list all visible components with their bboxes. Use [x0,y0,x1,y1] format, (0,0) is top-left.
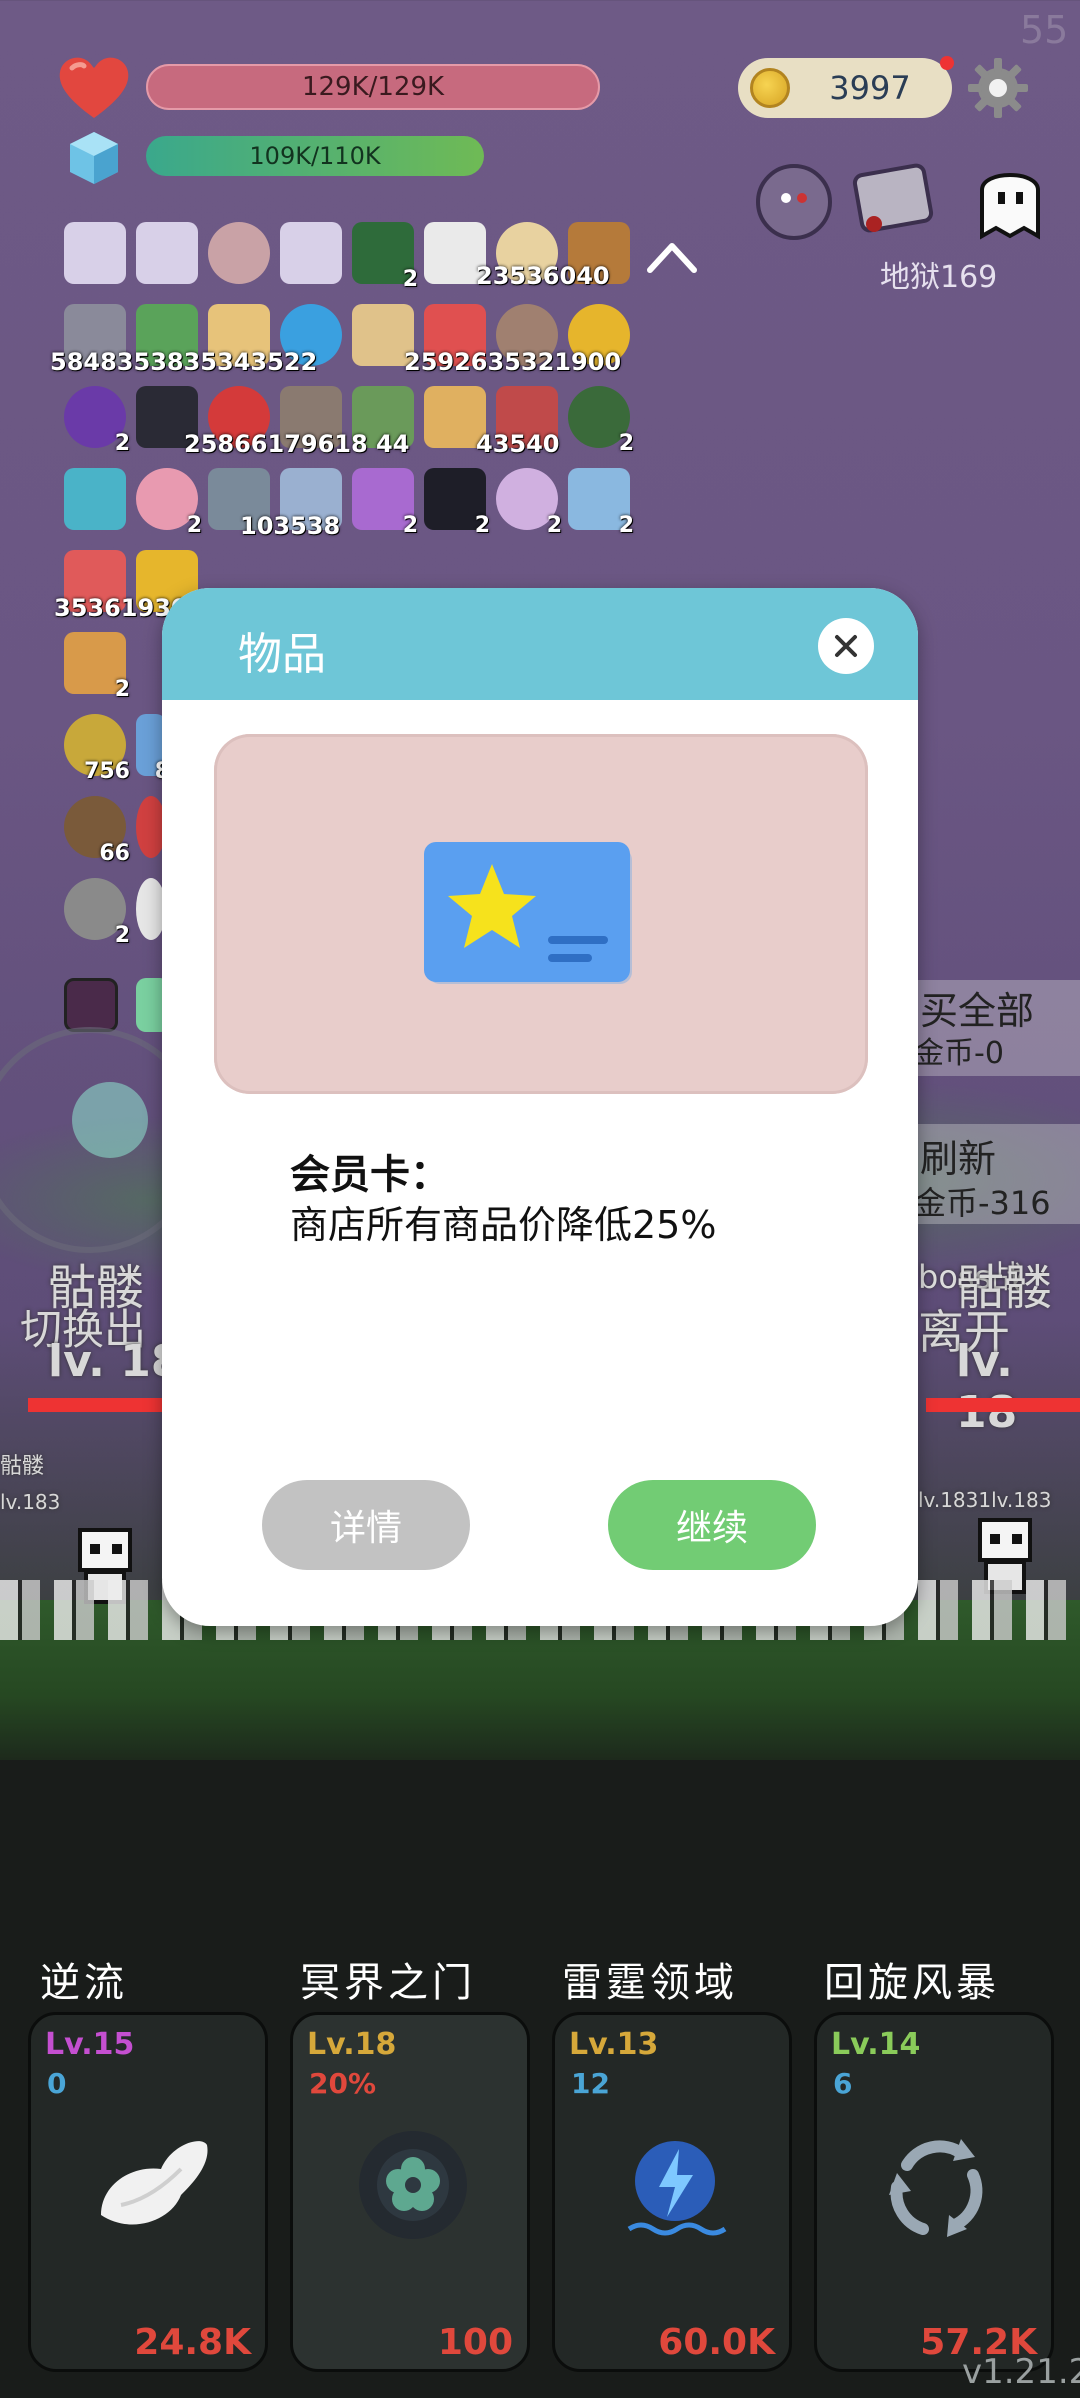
molecule-icon[interactable]: 2 [496,468,562,538]
version-label: v1.21.2 [962,2352,1080,2392]
item-count: 103538 [240,512,341,540]
ghost-icon [980,173,1040,240]
coconut-icon[interactable]: 66 [64,796,130,866]
scroll-item-icon[interactable] [64,222,126,284]
refresh-button[interactable]: 刷新 金币-316 [900,1124,1080,1224]
skill-sub-value: 12 [571,2067,610,2100]
coin-counter[interactable]: 3997 [738,58,952,118]
scroll-item-icon[interactable] [280,222,342,284]
dialog-title: 物品 [238,629,326,680]
skull-hat-icon[interactable]: 2 [424,468,490,538]
thunder-icon [627,2141,727,2236]
fps-counter: 55 [1020,8,1069,52]
gear-icon[interactable] [966,56,1030,120]
bloody-cleaver-icon [852,163,934,233]
blank-tile-icon[interactable]: 2 [568,468,634,538]
scroll-item-icon[interactable] [136,222,198,284]
close-icon [835,635,857,657]
item-count: 25866179618 44 [184,430,410,458]
skill-name: 雷霆领域 [562,1960,738,2006]
item-preview [214,734,868,1094]
spiked-mace-icon[interactable]: 2 [64,878,130,948]
item-count: 5848353835343522 [50,348,318,376]
item-count: 2592635321900 [404,348,622,376]
skill-level: Lv.13 [569,2027,659,2062]
coin-icon [750,68,790,108]
magic-wand-icon[interactable]: 2 [352,468,418,538]
skill-cost: 24.8K [134,2322,251,2363]
witch-hat-icon[interactable]: 2 [352,222,418,292]
right-enemy-level: lv. 18 [956,1336,1018,1438]
close-button[interactable] [818,618,874,674]
skill-card-underworld-gate[interactable]: Lv.18 20% 100 [290,2012,530,2372]
skill-sub-value: 6 [833,2067,853,2100]
skill-name: 逆流 [40,1960,128,2006]
details-button[interactable]: 详情 [262,1480,470,1570]
skill-level: Lv.15 [45,2027,135,2062]
left-small-level: lv.183 [0,1490,61,1514]
briefcase-icon[interactable]: 2 [64,632,130,702]
notification-dot [940,56,954,70]
skill-sub-value: 0 [47,2067,67,2100]
dialog-header: 物品 [162,588,918,700]
buy-all-button[interactable]: 买全部 金币-0 [900,980,1080,1076]
skill-sub-value: 20% [309,2067,377,2100]
ghost-girl-icon [756,164,832,240]
hp-bar: 129K/129K [146,64,600,110]
magic-orb-icon[interactable]: 2 [64,386,130,456]
skill-level: Lv.18 [307,2027,397,2062]
crystal-ball-icon[interactable] [208,222,270,284]
wing-icon [101,2141,208,2225]
item-name: 会员卡： [290,1152,450,1198]
hell-level-label: 地狱169 [880,260,998,295]
skill-name: 回旋风暴 [824,1960,1000,2006]
item-count: 23536040 [476,262,610,290]
whirlwind-icon [889,2139,983,2237]
membership-card-icon [424,842,632,984]
left-small-name: 骷髅 [0,1454,45,1479]
skill-card-whirlwind[interactable]: Lv.14 6 57.2K [814,2012,1054,2372]
ice-cream-icon[interactable]: 2 [136,468,202,538]
skill-card-thunder-domain[interactable]: Lv.13 12 60.0K [552,2012,792,2372]
hell-icons [756,163,1040,240]
target-box-icon[interactable] [64,468,126,530]
coin-amount: 3997 [829,69,911,107]
mp-text: 109K/110K [249,142,381,170]
skill-cost: 60.0K [658,2322,775,2363]
pineapple-slice-icon[interactable]: 756 [64,714,130,784]
continue-button[interactable]: 继续 [608,1480,816,1570]
item-description: 商店所有商品价降低25% [290,1203,717,1247]
skill-cost: 100 [437,2322,513,2363]
left-enemy-hp-bar [28,1398,168,1412]
heart-icon [59,57,129,118]
skill-name: 冥界之门 [300,1960,476,2006]
item-count: 43540 [476,430,560,458]
chevron-up-icon[interactable] [644,236,700,276]
right-small-level: lv.1831lv.183 [918,1488,1052,1512]
gem-icon [70,132,118,184]
hp-text: 129K/129K [301,72,445,102]
mp-bar: 109K/110K [146,136,484,176]
skill-card-reverse-flow[interactable]: Lv.15 0 24.8K [28,2012,268,2372]
portal-icon [359,2131,467,2239]
item-dialog: 物品 会员卡： 商店所有商品价降低25% 详情 继续 [162,588,918,1626]
right-enemy-hp-bar [926,1398,1080,1412]
skill-level: Lv.14 [831,2027,921,2062]
eagle-head-icon[interactable]: 2 [568,386,634,456]
